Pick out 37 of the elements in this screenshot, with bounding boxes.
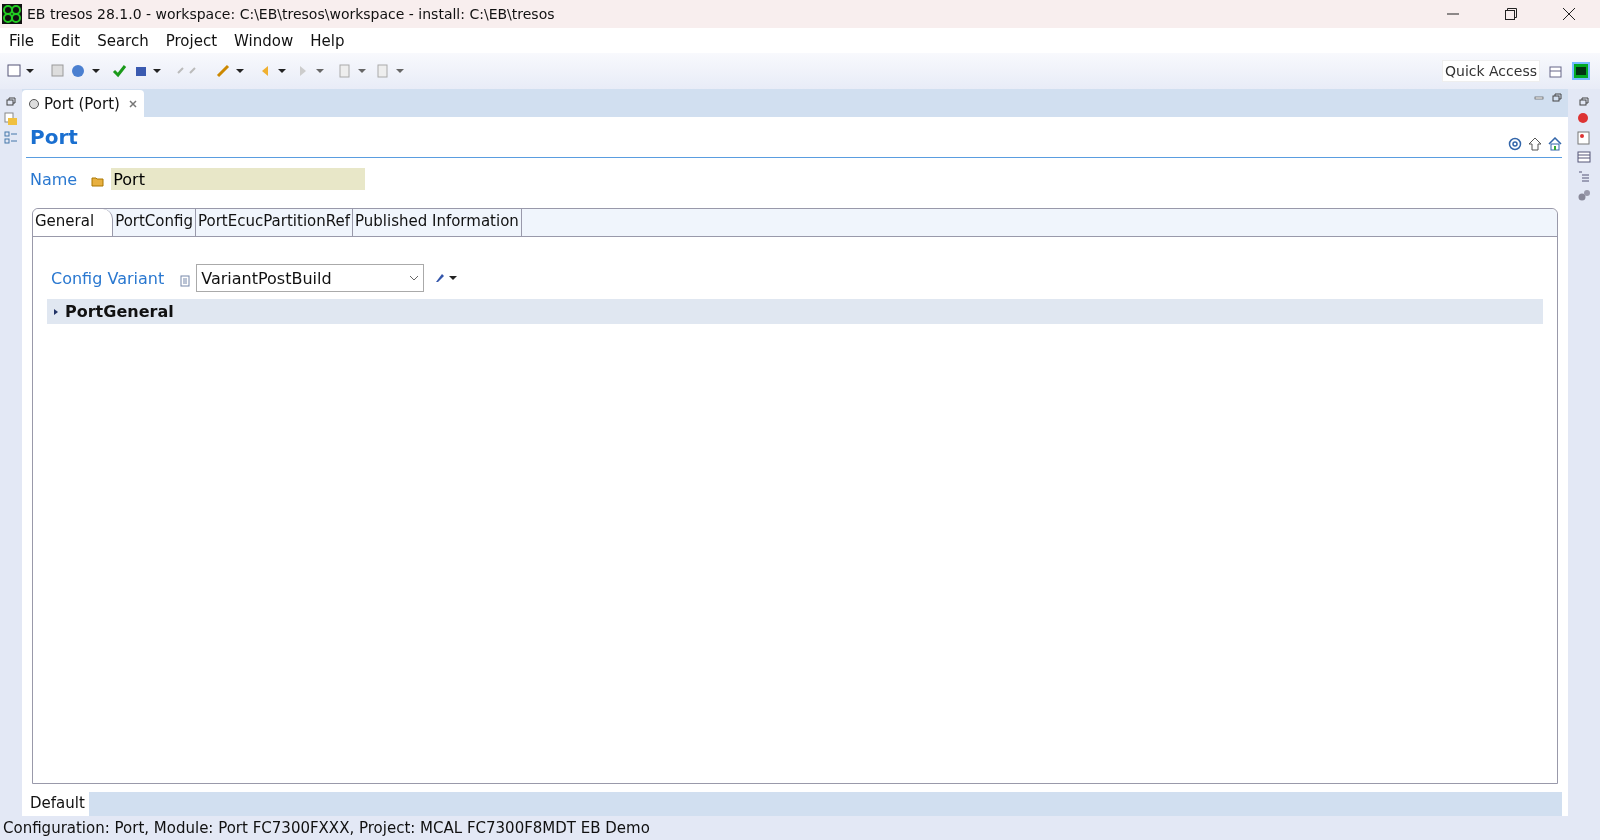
window-title: EB tresos 28.1.0 - workspace: C:\EB\tresos\workspace - install: C:\EB\tresos (27, 6, 555, 22)
editor-tab[interactable]: Port (Port) (22, 90, 144, 117)
tab[interactable]: General (33, 209, 114, 236)
image-icon[interactable] (1577, 131, 1591, 145)
config-variant-dropdown[interactable]: VariantPostBuild (196, 264, 425, 292)
home-icon[interactable] (1548, 137, 1562, 151)
maximize-icon[interactable] (1552, 93, 1562, 103)
open-perspective-icon[interactable] (1548, 63, 1564, 79)
name-label: Name (30, 169, 78, 189)
section-header[interactable]: PortGeneral (47, 299, 1543, 324)
menu-item[interactable]: File (9, 31, 35, 50)
tab[interactable]: Published Information (353, 209, 522, 236)
menu-item[interactable]: Help (310, 31, 345, 50)
quick-access-field[interactable]: Quick Access (1442, 60, 1540, 82)
status-text: Configuration: Port, Module: Port FC7300FXXX, Project: MCAL FC7300F8MDT EB Demo (3, 819, 650, 837)
menu-item[interactable]: Edit (51, 31, 81, 50)
up-arrow-icon[interactable] (1528, 137, 1542, 151)
close-icon[interactable] (1562, 7, 1576, 21)
app-logo-icon (2, 4, 22, 24)
perspective-icon[interactable] (1572, 62, 1590, 80)
menu-item[interactable]: Project (165, 31, 218, 50)
page-tab[interactable]: Default (26, 792, 89, 816)
name-field[interactable]: Port (111, 168, 366, 190)
tab[interactable]: PortEcucPartitionRef (196, 209, 353, 236)
chevron-down-icon (409, 275, 420, 281)
tab[interactable]: PortConfig (113, 209, 196, 236)
folder-icon (91, 175, 106, 187)
expand-arrow-icon[interactable] (53, 307, 59, 316)
list-icon[interactable] (1577, 169, 1591, 183)
table-icon[interactable] (1577, 150, 1591, 164)
menu-item[interactable]: Search (97, 31, 149, 50)
config-variant-label: Config Variant (51, 268, 165, 288)
menu-item[interactable]: Window (234, 31, 294, 50)
editor-title: Port (29, 125, 78, 149)
outline-icon[interactable] (4, 131, 18, 145)
restore-icon[interactable] (1504, 7, 1518, 21)
document-icon (180, 275, 191, 287)
